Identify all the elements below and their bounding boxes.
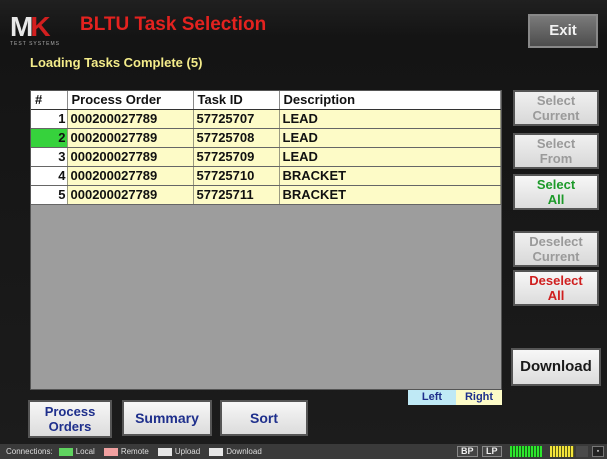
app-window: MK TEST SYSTEMS BLTU Task Selection Exit…: [0, 0, 607, 459]
task-id-cell[interactable]: 57725708: [193, 128, 280, 148]
corner-icon[interactable]: ▪: [592, 446, 604, 457]
row-number[interactable]: 5: [31, 185, 68, 205]
connection-download: Download: [209, 447, 262, 456]
connection-remote-label: Remote: [120, 447, 149, 456]
logo-mark-accent: K: [30, 11, 50, 42]
logo-mark: MK: [10, 11, 51, 42]
process-orders-button[interactable]: Process Orders: [28, 400, 112, 438]
process-order-cell[interactable]: 000200027789: [67, 128, 194, 148]
description-cell[interactable]: BRACKET: [279, 185, 501, 205]
task-table[interactable]: # Process Order Task ID Description 1 00…: [30, 90, 502, 390]
upload-swatch-icon: [157, 447, 172, 456]
signal-meter-green-icon: [510, 446, 542, 457]
connection-local: Local: [58, 447, 95, 456]
side-legend: Left Right: [408, 390, 502, 405]
exit-button[interactable]: Exit: [528, 14, 598, 48]
process-orders-line1: Process: [44, 404, 96, 419]
download-button[interactable]: Download: [511, 348, 601, 386]
signal-meter-empty-icon: [576, 446, 588, 457]
description-cell[interactable]: BRACKET: [279, 166, 501, 186]
deselect-all-line1: Deselect: [529, 273, 583, 288]
table-header-row: # Process Order Task ID Description: [31, 91, 501, 110]
mk-logo: MK TEST SYSTEMS: [10, 11, 68, 48]
table-row[interactable]: 3 000200027789 57725709 LEAD: [31, 147, 501, 167]
download-swatch-icon: [209, 447, 224, 456]
table-row[interactable]: 5 000200027789 57725711 BRACKET: [31, 185, 501, 205]
column-header-process-order[interactable]: Process Order: [67, 91, 194, 110]
local-swatch-icon: [58, 447, 73, 456]
logo-subtext: TEST SYSTEMS: [10, 41, 60, 47]
select-all-line2: All: [547, 192, 565, 207]
remote-swatch-icon: [103, 447, 118, 456]
deselect-current-line2: Current: [532, 249, 580, 264]
process-order-cell[interactable]: 000200027789: [67, 147, 194, 167]
sort-button[interactable]: Sort: [220, 400, 308, 436]
legend-left: Left: [408, 390, 456, 405]
status-bar: Connections: Local Remote Upload Downloa…: [0, 444, 607, 459]
description-cell[interactable]: LEAD: [279, 128, 501, 148]
task-id-cell[interactable]: 57725707: [193, 109, 280, 129]
row-number[interactable]: 3: [31, 147, 68, 167]
process-order-cell[interactable]: 000200027789: [67, 185, 194, 205]
description-cell[interactable]: LEAD: [279, 147, 501, 167]
table-row[interactable]: 1 000200027789 57725707 LEAD: [31, 109, 501, 129]
table-row[interactable]: 2 000200027789 57725708 LEAD: [31, 128, 501, 148]
signal-meter-yellow-icon: [550, 446, 574, 457]
process-orders-line2: Orders: [48, 419, 92, 434]
process-order-cell[interactable]: 000200027789: [67, 109, 194, 129]
select-current-button[interactable]: Select Current: [513, 90, 599, 126]
deselect-all-button[interactable]: Deselect All: [513, 270, 599, 306]
connections-label: Connections:: [6, 447, 53, 456]
select-from-button[interactable]: Select From: [513, 133, 599, 169]
lp-indicator: LP: [482, 446, 502, 457]
select-current-line1: Select: [536, 93, 576, 108]
row-number-selected[interactable]: 2: [31, 128, 68, 148]
select-all-line1: Select: [536, 177, 576, 192]
row-number[interactable]: 4: [31, 166, 68, 186]
connection-upload-label: Upload: [174, 447, 201, 456]
loading-status: Loading Tasks Complete (5): [30, 55, 203, 70]
deselect-current-button[interactable]: Deselect Current: [513, 231, 599, 267]
summary-button[interactable]: Summary: [122, 400, 212, 436]
table-row[interactable]: 4 000200027789 57725710 BRACKET: [31, 166, 501, 186]
task-id-cell[interactable]: 57725709: [193, 147, 280, 167]
task-id-cell[interactable]: 57725711: [193, 185, 280, 205]
select-current-line2: Current: [532, 108, 580, 123]
page-title: BLTU Task Selection: [80, 14, 267, 35]
task-id-cell[interactable]: 57725710: [193, 166, 280, 186]
select-from-line1: Select: [536, 136, 576, 151]
row-number[interactable]: 1: [31, 109, 68, 129]
column-header-task-id[interactable]: Task ID: [193, 91, 280, 110]
connection-remote: Remote: [103, 447, 149, 456]
deselect-current-line1: Deselect: [529, 234, 583, 249]
deselect-all-line2: All: [547, 288, 565, 303]
select-from-line2: From: [539, 151, 573, 166]
legend-right: Right: [456, 390, 502, 405]
column-header-number[interactable]: #: [31, 91, 68, 110]
connection-upload: Upload: [157, 447, 201, 456]
connection-local-label: Local: [75, 447, 95, 456]
bp-indicator: BP: [457, 446, 478, 457]
description-cell[interactable]: LEAD: [279, 109, 501, 129]
column-header-description[interactable]: Description: [279, 91, 501, 110]
process-order-cell[interactable]: 000200027789: [67, 166, 194, 186]
connection-download-label: Download: [226, 447, 262, 456]
select-all-button[interactable]: Select All: [513, 174, 599, 210]
